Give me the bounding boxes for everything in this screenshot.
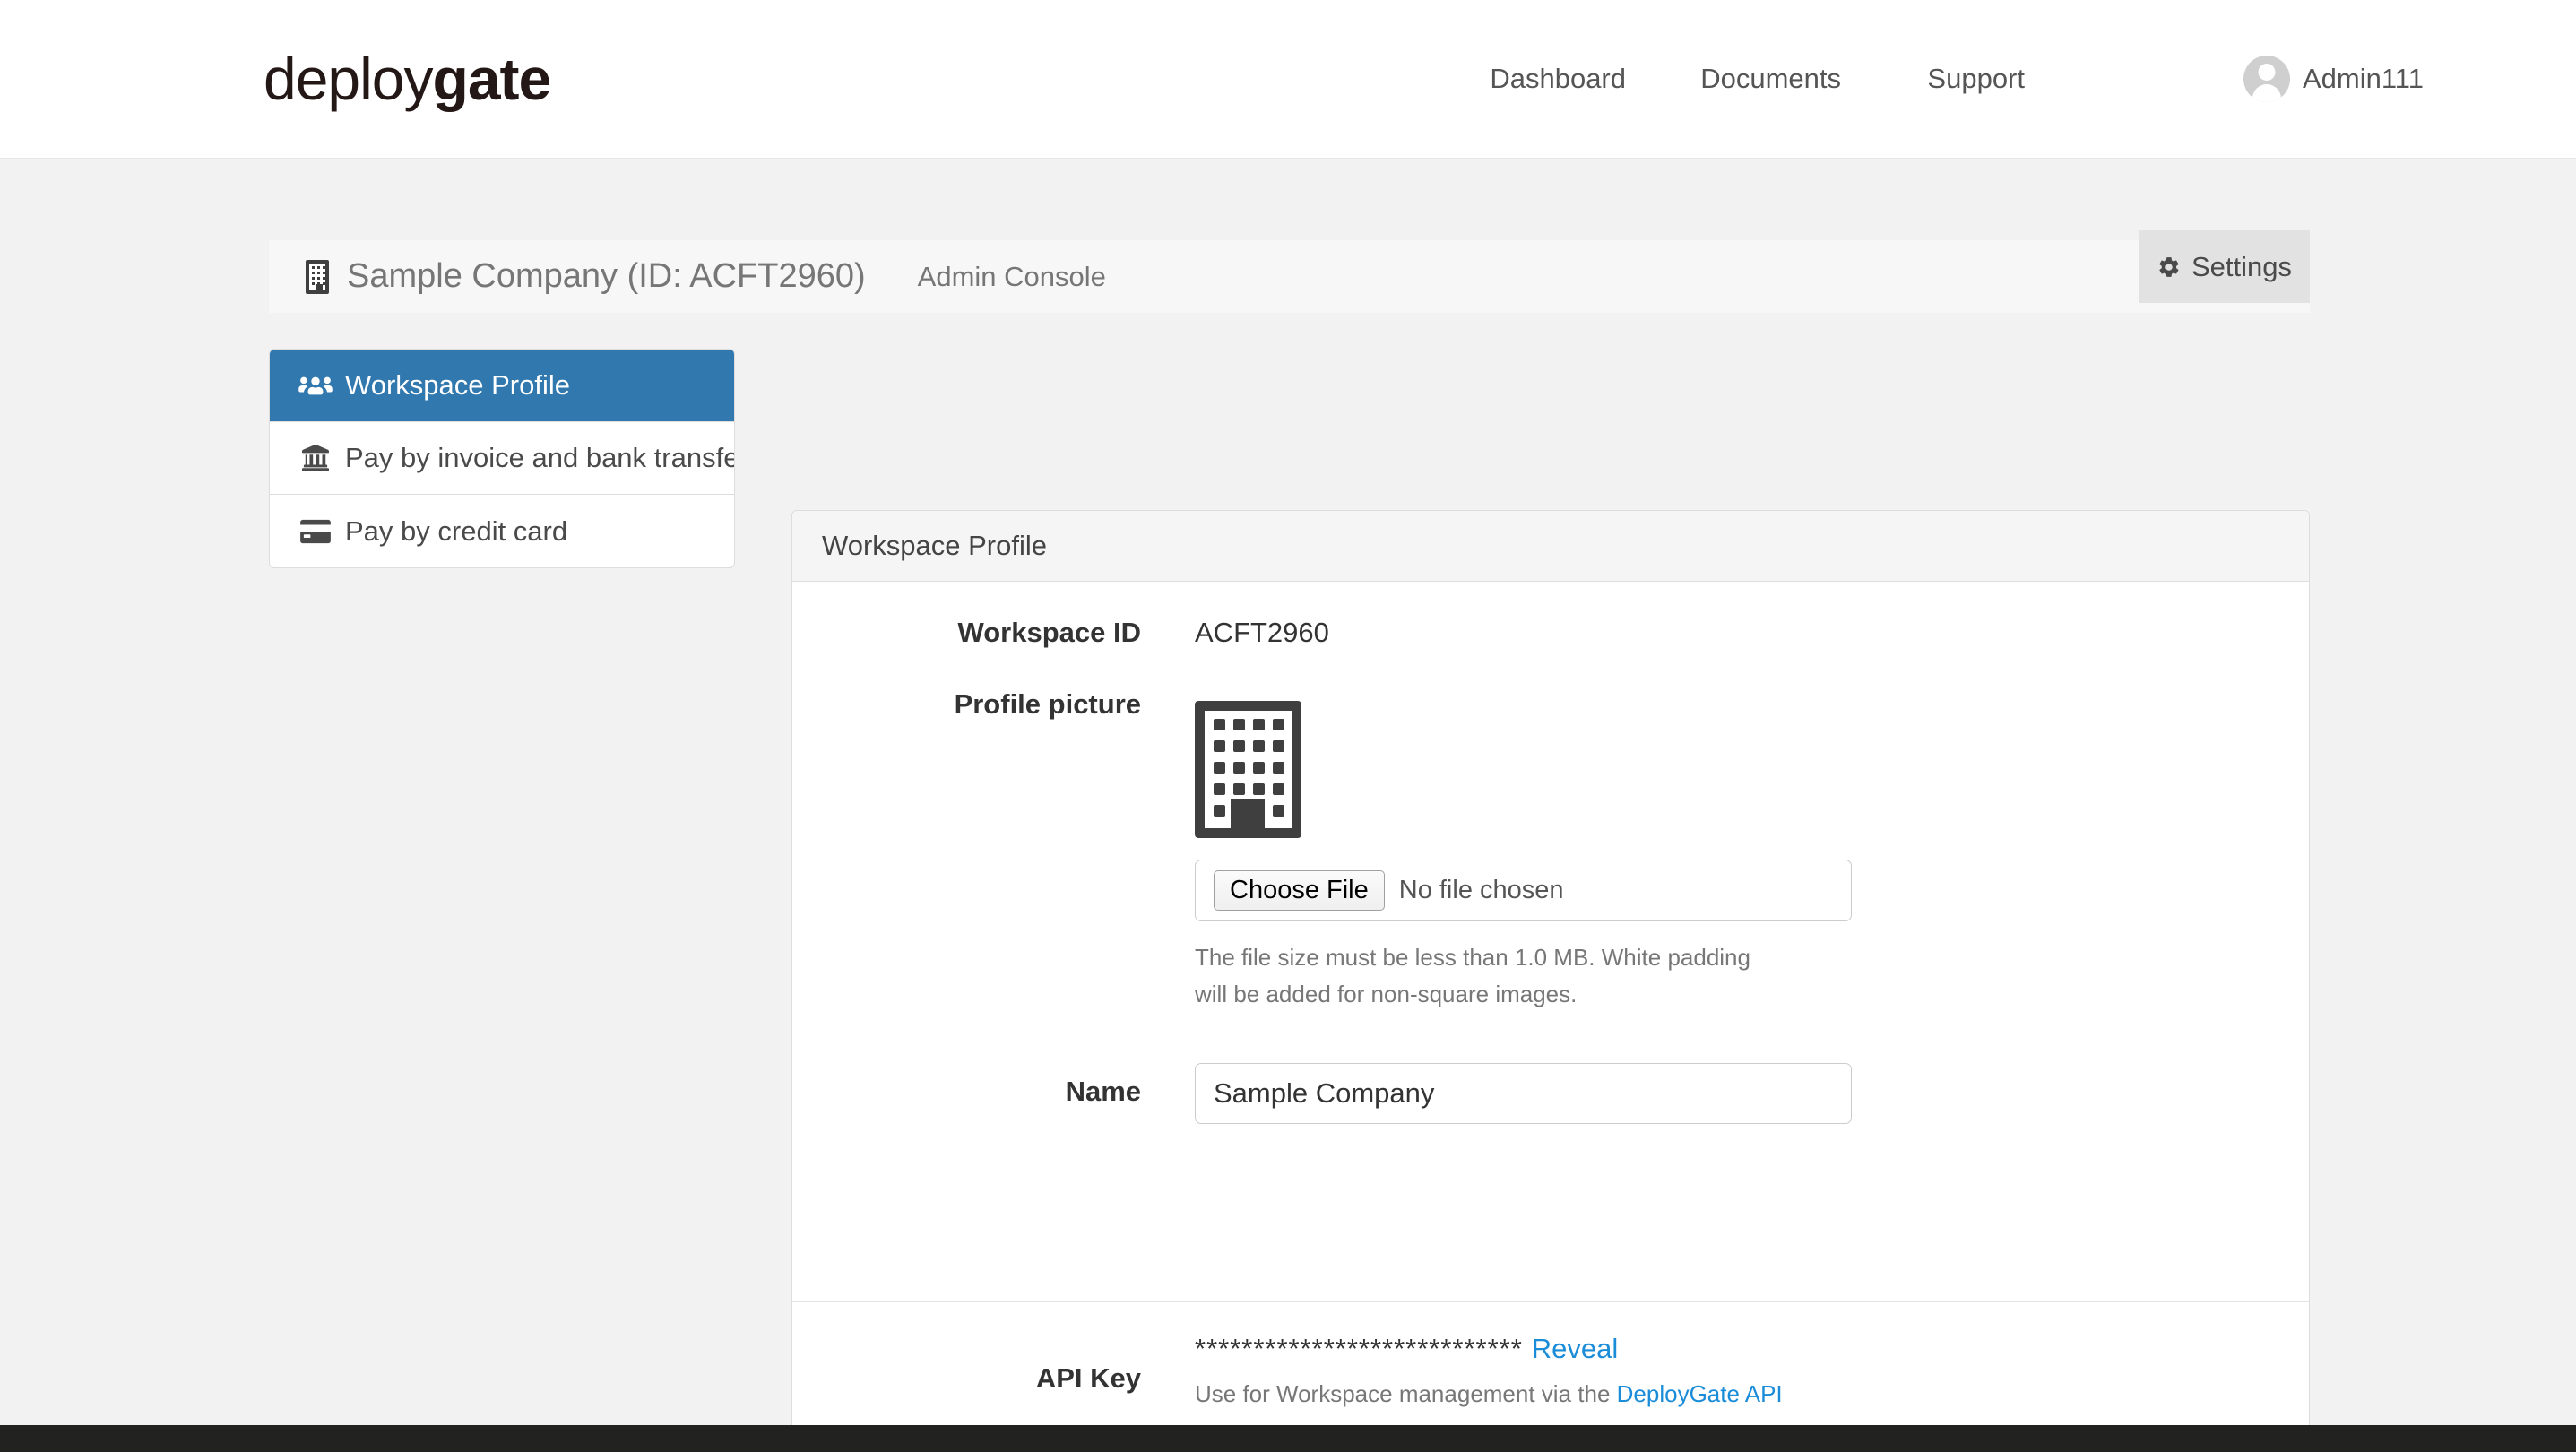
sidebar-item-label: Pay by credit card	[345, 514, 568, 547]
profile-picture-column: Choose File No file chosen The file size…	[1195, 685, 1852, 1013]
building-icon	[306, 259, 329, 294]
api-key-masked-value: ****************************	[1195, 1333, 1523, 1364]
api-key-column: **************************** Reveal Use …	[1195, 1333, 1783, 1435]
page-content: Sample Company (ID: ACFT2960) Admin Cons…	[0, 159, 2576, 1436]
sidebar-item-workspace-profile[interactable]: Workspace Profile	[270, 350, 734, 422]
profile-picture-label: Profile picture	[954, 688, 1141, 720]
api-key-label: API Key	[1035, 1362, 1141, 1394]
profile-picture-row: Profile picture Choose File No file chos…	[792, 685, 2309, 1013]
workspace-id-value: ACFT2960	[1195, 617, 1329, 648]
settings-tab[interactable]: Settings	[2139, 230, 2310, 303]
top-navigation-bar: deploygate Dashboard Documents Support A…	[0, 0, 2576, 159]
logo-text-gate: gate	[432, 46, 552, 112]
api-key-description-text: Use for Workspace management via the	[1195, 1380, 1617, 1407]
page-footer	[0, 1425, 2576, 1452]
workspace-title: Sample Company (ID: ACFT2960)	[347, 257, 866, 295]
settings-tab-label: Settings	[2191, 250, 2292, 282]
api-key-masked-line: **************************** Reveal	[1195, 1333, 1783, 1365]
name-row: Name	[792, 1063, 2309, 1124]
api-key-row: API Key **************************** Rev…	[792, 1333, 2309, 1435]
user-avatar-icon	[2243, 56, 2290, 102]
settings-sidebar: Workspace Profile Pay by invoice and ban…	[269, 349, 735, 568]
nav-link-dashboard[interactable]: Dashboard	[1490, 63, 1626, 95]
user-menu[interactable]: Admin111	[2243, 56, 2424, 102]
sidebar-item-label: Workspace Profile	[345, 369, 570, 401]
deploygate-logo[interactable]: deploygate	[264, 49, 551, 108]
no-file-chosen-label: No file chosen	[1398, 876, 1564, 904]
sidebar-item-pay-by-invoice[interactable]: Pay by invoice and bank transfer	[270, 422, 734, 495]
nav-link-documents[interactable]: Documents	[1700, 63, 1841, 95]
choose-file-button[interactable]: Choose File	[1214, 870, 1385, 911]
sidebar-item-label: Pay by invoice and bank transfer	[345, 442, 735, 473]
workspace-title-bar: Sample Company (ID: ACFT2960) Admin Cons…	[269, 240, 2310, 313]
gear-icon	[2159, 256, 2179, 277]
name-input[interactable]	[1195, 1063, 1852, 1124]
workspace-profile-panel: Workspace Profile Workspace ID ACFT2960 …	[791, 510, 2310, 1436]
profile-picture-file-input[interactable]: Choose File No file chosen	[1195, 860, 1852, 921]
panel-title: Workspace Profile	[792, 511, 2309, 582]
panel-body: Workspace ID ACFT2960 Profile picture Ch…	[792, 582, 2309, 1435]
bank-icon	[302, 445, 329, 471]
nav-link-support[interactable]: Support	[1927, 63, 2025, 95]
workspace-id-label: Workspace ID	[957, 617, 1141, 648]
workspace-subtitle: Admin Console	[917, 260, 1106, 292]
reveal-api-key-link[interactable]: Reveal	[1532, 1333, 1619, 1365]
profile-picture-help-text: The file size must be less than 1.0 MB. …	[1195, 944, 1750, 1007]
user-name-label: Admin111	[2303, 63, 2424, 94]
api-key-description: Use for Workspace management via the Dep…	[1195, 1380, 1783, 1408]
sidebar-item-pay-by-credit-card[interactable]: Pay by credit card	[270, 495, 734, 567]
logo-text-deploy: deploy	[264, 46, 433, 112]
name-label: Name	[1065, 1076, 1141, 1107]
section-divider	[792, 1301, 2309, 1302]
workspace-id-row: Workspace ID ACFT2960	[792, 617, 2309, 649]
building-image	[1195, 701, 1301, 838]
users-icon	[298, 376, 333, 395]
deploygate-api-link[interactable]: DeployGate API	[1617, 1380, 1783, 1407]
credit-card-icon	[300, 519, 331, 543]
